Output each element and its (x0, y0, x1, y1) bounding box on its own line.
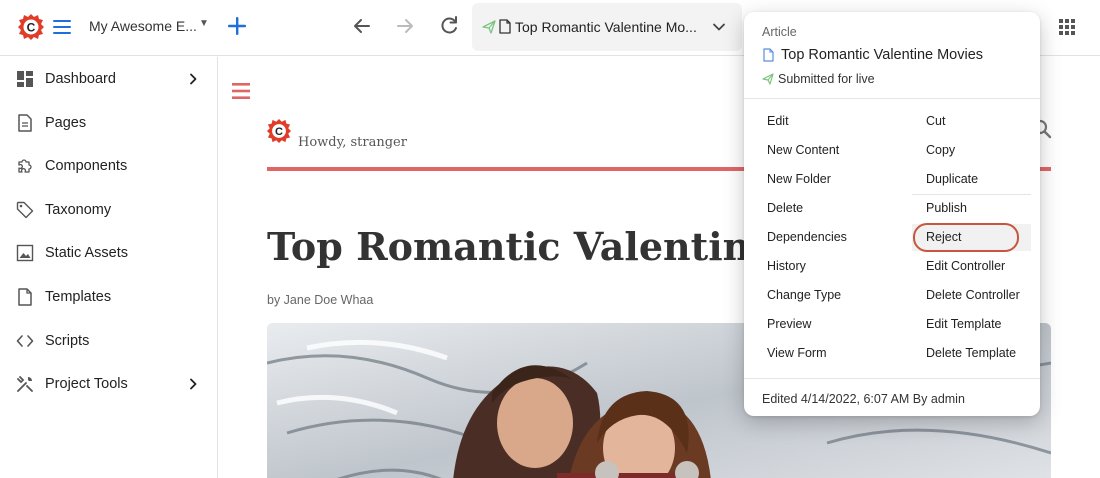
paper-plane-icon (482, 20, 496, 34)
sidebar-item-label: Scripts (45, 333, 90, 349)
action-cut[interactable]: Cut (918, 108, 1031, 135)
svg-text:C: C (275, 126, 283, 138)
site-caret-icon[interactable]: ▼ (199, 18, 209, 29)
action-reject[interactable]: Reject (918, 224, 1031, 251)
action-duplicate[interactable]: Duplicate (918, 166, 1031, 193)
paper-plane-icon (762, 73, 774, 85)
divider (744, 98, 1040, 99)
puzzle-icon (18, 159, 32, 173)
site-logo-icon: C (267, 119, 291, 143)
sidebar-item-components[interactable]: Components (0, 146, 218, 186)
sidebar-item-dashboard[interactable]: Dashboard (0, 59, 218, 99)
chevron-right-icon (190, 378, 197, 390)
workflow-status: Submitted for live (778, 72, 875, 86)
action-delete-template[interactable]: Delete Template (918, 340, 1031, 367)
sidebar-item-label: Dashboard (45, 71, 116, 87)
preview-menu-icon[interactable] (231, 81, 251, 101)
document-icon (763, 48, 774, 62)
image-icon (16, 244, 34, 262)
action-view-form[interactable]: View Form (759, 340, 909, 367)
chevron-right-icon (190, 73, 197, 85)
dashboard-icon (17, 71, 33, 87)
document-icon (499, 19, 511, 34)
current-item-title: Top Romantic Valentine Mo... (515, 19, 697, 35)
divider (744, 378, 1040, 379)
menu-icon[interactable] (52, 17, 72, 37)
tools-icon (17, 376, 33, 392)
greeting-text: Howdy, stranger (298, 135, 407, 150)
action-edit-controller[interactable]: Edit Controller (918, 253, 1031, 280)
tag-icon (16, 201, 34, 219)
forward-arrow-icon[interactable] (393, 14, 417, 38)
action-edit[interactable]: Edit (759, 108, 909, 135)
action-new-content[interactable]: New Content (759, 137, 909, 164)
action-copy[interactable]: Copy (918, 137, 1031, 164)
crafter-logo-icon[interactable]: C (18, 13, 44, 41)
site-switcher[interactable]: My Awesome E... (89, 18, 197, 34)
action-publish[interactable]: Publish (918, 195, 1031, 222)
sidebar-item-label: Pages (45, 115, 87, 131)
sidebar-item-label: Components (45, 158, 128, 174)
add-icon[interactable] (225, 14, 249, 38)
action-preview[interactable]: Preview (759, 311, 909, 338)
item-options-popover: Article Top Romantic Valentine Movies Su… (744, 12, 1040, 416)
sidebar-item-label: Static Assets (45, 245, 129, 261)
sidebar-item-templates[interactable]: Templates (0, 277, 218, 317)
action-change-type[interactable]: Change Type (759, 282, 909, 309)
address-bar[interactable]: Top Romantic Valentine Mo... (472, 3, 742, 51)
action-delete[interactable]: Delete (759, 195, 909, 222)
sidebar-item-scripts[interactable]: Scripts (0, 321, 218, 361)
sidebar-item-static-assets[interactable]: Static Assets (0, 233, 218, 273)
action-history[interactable]: History (759, 253, 909, 280)
edit-metadata: Edited 4/14/2022, 6:07 AM By admin (762, 392, 965, 406)
action-edit-template[interactable]: Edit Template (918, 311, 1031, 338)
refresh-icon[interactable] (437, 14, 461, 38)
sidebar: Dashboard Pages Components Taxonomy Stat… (0, 57, 218, 478)
sidebar-item-label: Templates (45, 289, 112, 305)
back-arrow-icon[interactable] (350, 14, 374, 38)
action-new-folder[interactable]: New Folder (759, 166, 909, 193)
apps-grid-icon[interactable] (1058, 18, 1076, 36)
chevron-down-icon[interactable] (712, 20, 726, 34)
action-delete-controller[interactable]: Delete Controller (918, 282, 1031, 309)
item-title: Top Romantic Valentine Movies (781, 47, 984, 63)
sidebar-item-taxonomy[interactable]: Taxonomy (0, 190, 218, 230)
svg-text:C: C (27, 21, 36, 35)
sidebar-item-pages[interactable]: Pages (0, 103, 218, 143)
sidebar-item-label: Project Tools (45, 376, 128, 392)
code-icon (16, 335, 34, 347)
sidebar-item-label: Taxonomy (45, 202, 112, 218)
sidebar-item-project-tools[interactable]: Project Tools (0, 364, 218, 404)
pages-icon (18, 114, 32, 132)
template-icon (18, 288, 32, 306)
item-type-label: Article (762, 25, 797, 39)
action-dependencies[interactable]: Dependencies (759, 224, 909, 251)
article-byline: by Jane Doe Whaa (267, 293, 374, 307)
